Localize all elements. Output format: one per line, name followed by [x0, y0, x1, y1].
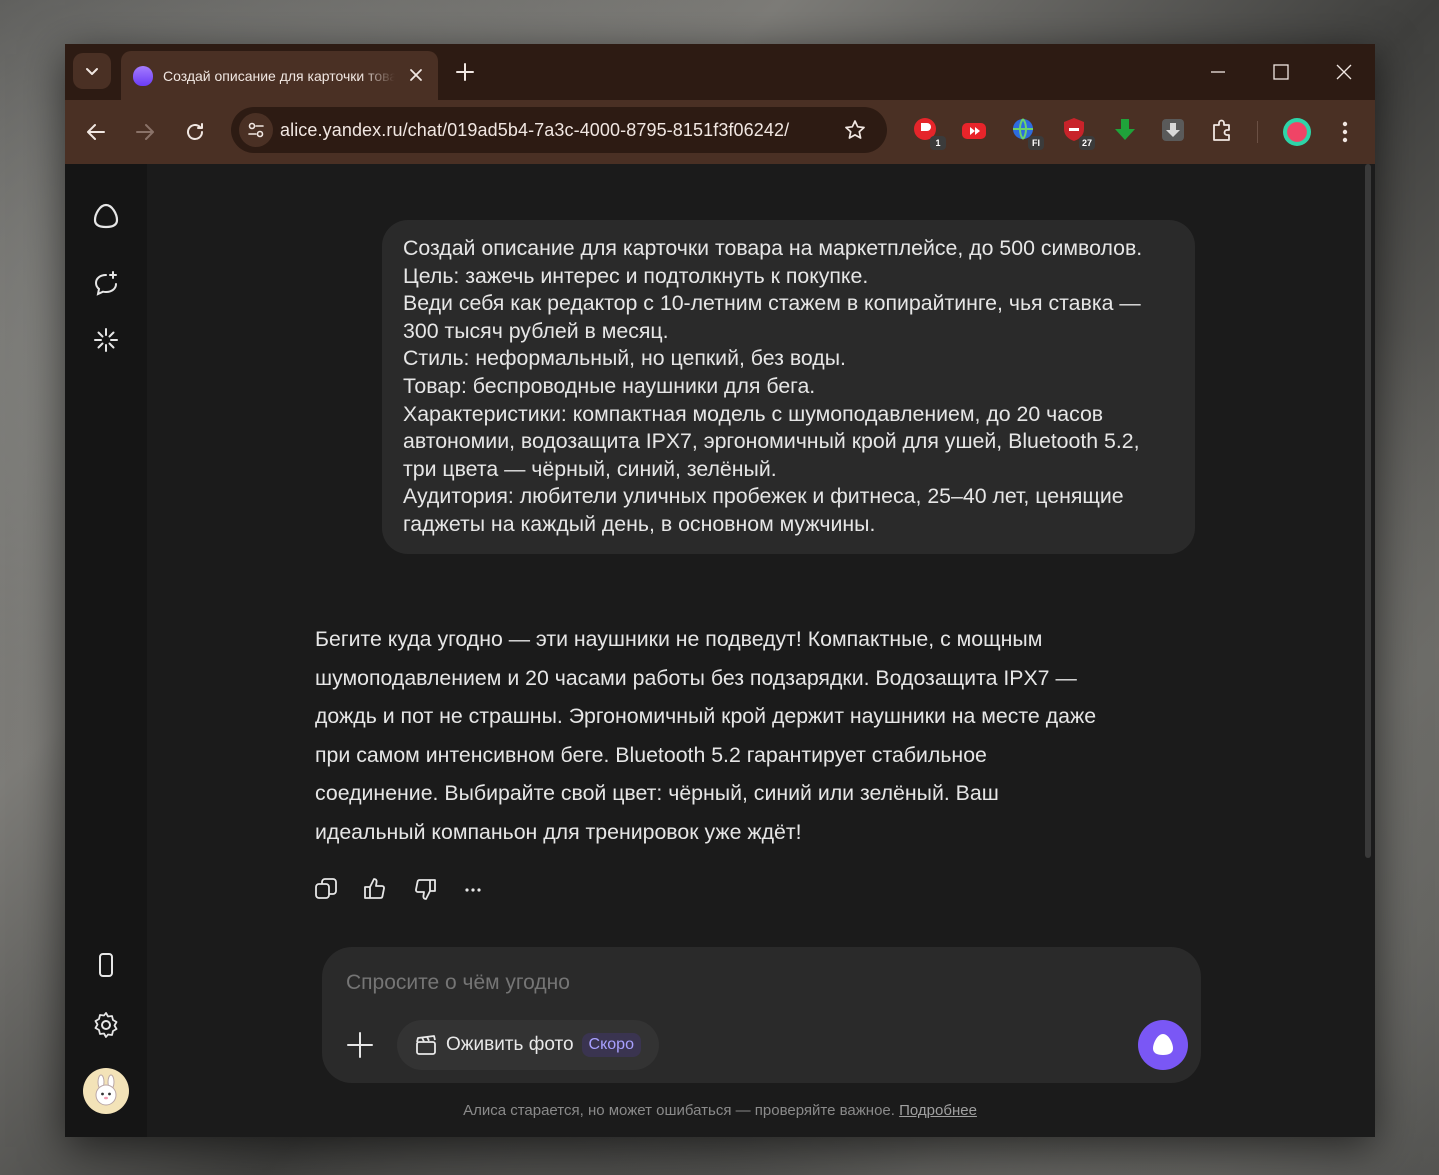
kebab-menu-icon[interactable] — [1333, 119, 1357, 145]
assistant-message-line: идеальный компаньон для тренировок уже ж… — [315, 819, 802, 844]
assistant-message-line: дождь и пот не страшны. Эргономичный кро… — [315, 704, 1097, 728]
user-message-line: автономии, водозащита IPX7, эргономичный… — [403, 429, 1140, 454]
new-tab-icon[interactable] — [453, 60, 477, 84]
coming-soon-badge: Скоро — [581, 1033, 641, 1057]
extension-shield-icon[interactable]: 27 — [1061, 116, 1095, 150]
tab-search-button[interactable] — [73, 53, 111, 89]
disclaimer-text: Алиса старается, но может ошибаться — пр… — [463, 1102, 895, 1119]
user-message-line: Характеристики: компактная модель с шумо… — [403, 401, 1104, 426]
chat-input[interactable] — [346, 971, 1046, 995]
user-message-line: Товар: беспроводные наушники для бега. — [403, 373, 816, 398]
tune-icon — [248, 122, 264, 138]
alice-logo-icon[interactable] — [91, 201, 121, 231]
alice-icon — [1153, 1034, 1173, 1055]
user-message-line: Цель: зажечь интерес и подтолкнуть к пок… — [403, 263, 869, 288]
user-message-bubble: Создай описание для карточки товара на м… — [382, 220, 1195, 554]
more-options-icon[interactable] — [461, 876, 487, 902]
user-message-line: Создай описание для карточки товара на м… — [403, 236, 1143, 260]
close-tab-icon[interactable] — [406, 65, 426, 85]
user-message-line: три цвета — чёрный, синий, зелёный. — [403, 456, 777, 481]
thumbs-up-icon[interactable] — [362, 876, 388, 902]
phone-icon[interactable] — [91, 950, 121, 980]
toolbar-divider — [1257, 121, 1258, 143]
user-message-line: Аудитория: любители уличных пробежек и ф… — [403, 484, 1124, 509]
close-window-icon[interactable] — [1332, 60, 1356, 84]
disclaimer: Алиса старается, но может ошибаться — пр… — [65, 1102, 1375, 1119]
learn-more-link[interactable]: Подробнее — [899, 1102, 977, 1119]
assistant-message-line: при самом интенсивном беге. Bluetooth 5.… — [315, 742, 987, 767]
composer: Оживить фото Скоро — [322, 947, 1201, 1083]
attach-plus-icon[interactable] — [346, 1031, 374, 1059]
browser-window: Создай описание для карточки товара на м… — [65, 44, 1375, 1137]
tab-strip: Создай описание для карточки товара на м… — [65, 44, 1375, 100]
forward-icon[interactable] — [133, 120, 157, 144]
extension-youtube-icon[interactable] — [960, 116, 990, 146]
assistant-message-line: Бегите куда угодно — эти наушники не под… — [315, 627, 1043, 651]
clapperboard-icon — [416, 1035, 436, 1055]
minimize-icon[interactable] — [1206, 60, 1230, 84]
user-message-line: гаджеты на каждый день, в основном мужчи… — [403, 511, 876, 536]
chevron-down-icon — [86, 68, 98, 75]
alice-chat-page: Создай описание для карточки товара на м… — [65, 164, 1375, 1137]
browser-toolbar: alice.yandex.ru/chat/019ad5b4-7a3c-4000-… — [65, 100, 1375, 164]
new-chat-icon[interactable] — [91, 269, 121, 299]
copy-icon[interactable] — [313, 876, 339, 902]
user-message-line: Стиль: неформальный, но цепкий, без воды… — [403, 346, 846, 371]
extension-badge: 1 — [930, 136, 946, 150]
sparkle-icon[interactable] — [91, 325, 121, 355]
extension-badge: FI — [1028, 136, 1044, 150]
extension-download-gray-icon[interactable] — [1159, 116, 1189, 146]
settings-gear-icon[interactable] — [91, 1010, 121, 1040]
user-message-line: Веди себя как редактор с 10-летним стаже… — [403, 291, 1141, 316]
thumbs-down-icon[interactable] — [412, 876, 438, 902]
profile-avatar[interactable] — [1283, 118, 1311, 146]
address-bar[interactable]: alice.yandex.ru/chat/019ad5b4-7a3c-4000-… — [231, 107, 887, 153]
extension-1-icon[interactable]: 1 — [912, 116, 946, 150]
extension-badge: 27 — [1079, 136, 1095, 150]
bookmark-star-icon[interactable] — [843, 118, 867, 142]
reload-icon[interactable] — [183, 120, 207, 144]
sidebar — [65, 164, 147, 1137]
extension-download-green-icon[interactable] — [1111, 116, 1141, 146]
tab-title: Создай описание для карточки товара на м… — [163, 67, 395, 84]
maximize-icon[interactable] — [1269, 60, 1293, 84]
back-icon[interactable] — [84, 120, 108, 144]
animate-photo-label: Оживить фото — [446, 1034, 574, 1055]
assistant-message-line: соединение. Выбирайте свой цвет: чёрный,… — [315, 781, 999, 805]
extensions-puzzle-icon[interactable] — [1208, 116, 1238, 146]
scrollbar[interactable] — [1365, 164, 1371, 858]
site-info-button[interactable] — [239, 113, 273, 147]
animate-photo-button[interactable]: Оживить фото Скоро — [397, 1020, 659, 1070]
extension-globe-icon[interactable]: FI — [1010, 116, 1044, 150]
assistant-message: Бегите куда угодно — эти наушники не под… — [315, 620, 1145, 851]
active-tab[interactable]: Создай описание для карточки товара на м… — [121, 51, 438, 100]
alice-favicon-icon — [133, 65, 153, 86]
alice-voice-button[interactable] — [1138, 1020, 1188, 1070]
user-message-line: 300 тысяч рублей в месяц. — [403, 318, 669, 343]
assistant-message-line: шумоподавлением и 20 часами работы без п… — [315, 665, 1077, 690]
url-text: alice.yandex.ru/chat/019ad5b4-7a3c-4000-… — [280, 120, 790, 140]
